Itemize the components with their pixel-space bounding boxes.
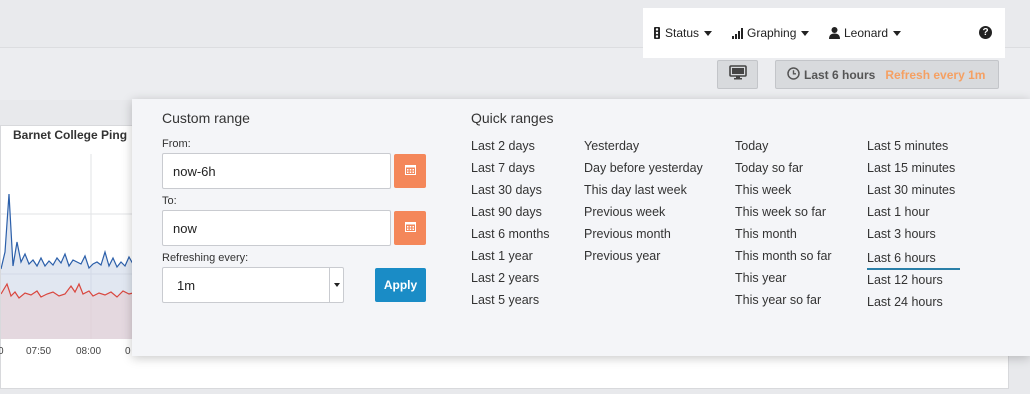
quick-range-item[interactable]: Last 30 days <box>471 183 550 205</box>
refresh-select-value: 1m <box>177 277 196 293</box>
quick-range-item[interactable]: Last 7 days <box>471 161 550 183</box>
x-tick: 08:00 <box>76 346 102 357</box>
time-range-button[interactable]: Last 6 hours Refresh every 1m <box>775 60 999 89</box>
quick-range-item[interactable]: This year so far <box>735 293 832 315</box>
monitor-icon <box>728 64 747 85</box>
quick-range-item[interactable]: Last 5 minutes <box>867 139 960 161</box>
quick-range-item[interactable]: Last 12 hours <box>867 273 960 295</box>
custom-range-title: Custom range <box>162 110 250 126</box>
traffic-light-icon <box>653 27 661 39</box>
x-tick: 0 <box>0 346 4 357</box>
user-menu[interactable]: Leonard <box>829 26 902 40</box>
graphing-menu[interactable]: Graphing <box>732 26 810 40</box>
quick-range-item[interactable]: Last 2 days <box>471 139 550 161</box>
quick-range-item[interactable]: Last 1 year <box>471 249 550 271</box>
to-calendar-button[interactable] <box>394 211 426 245</box>
series-line-blue <box>1 193 134 270</box>
quick-range-item[interactable]: Today so far <box>735 161 832 183</box>
ping-graph <box>1 154 141 339</box>
quick-range-item[interactable]: Last 15 minutes <box>867 161 960 183</box>
quick-range-item[interactable]: Last 30 minutes <box>867 183 960 205</box>
from-input[interactable]: now-6h <box>162 153 391 189</box>
chevron-down-icon <box>801 30 810 36</box>
quick-range-item[interactable]: Today <box>735 139 832 161</box>
calendar-icon <box>404 162 416 180</box>
quick-range-item[interactable]: This month so far <box>735 249 832 271</box>
from-calendar-button[interactable] <box>394 154 426 188</box>
quick-range-item[interactable]: Last 2 years <box>471 271 550 293</box>
main-navbar: Status Graphing Leonard ? <box>643 8 1005 58</box>
user-icon <box>829 27 840 39</box>
x-tick: 07:50 <box>26 346 52 357</box>
to-label: To: <box>162 195 177 207</box>
quick-range-item[interactable]: Yesterday <box>584 139 703 161</box>
time-picker-dropdown: Custom range From: now-6h To: now Refres… <box>132 99 1030 356</box>
quick-range-item[interactable]: This week <box>735 183 832 205</box>
chevron-down-icon <box>329 268 343 302</box>
quick-range-item[interactable]: Last 1 hour <box>867 205 960 227</box>
help-icon[interactable]: ? <box>979 26 992 39</box>
to-input[interactable]: now <box>162 210 391 246</box>
chevron-down-icon <box>704 30 713 36</box>
refresh-label: Refreshing every: <box>162 252 249 264</box>
quick-ranges-column-3: Today Today so far This week This week s… <box>735 139 832 315</box>
panel-title: Barnet College Ping <box>13 128 128 142</box>
quick-range-item[interactable]: Last 5 years <box>471 293 550 315</box>
user-menu-label: Leonard <box>844 26 889 40</box>
quick-range-item[interactable]: Last 90 days <box>471 205 550 227</box>
quick-range-item[interactable]: This week so far <box>735 205 832 227</box>
signal-bars-icon <box>732 27 743 39</box>
quick-range-item[interactable]: Last 6 months <box>471 227 550 249</box>
quick-range-item[interactable]: This day last week <box>584 183 703 205</box>
quick-range-item[interactable]: This month <box>735 227 832 249</box>
kiosk-mode-button[interactable] <box>717 60 758 89</box>
quick-range-item[interactable]: Last 3 hours <box>867 227 960 249</box>
quick-range-item[interactable]: Previous month <box>584 227 703 249</box>
quick-range-item-active[interactable]: Last 6 hours <box>867 251 960 270</box>
calendar-icon <box>404 219 416 237</box>
quick-ranges-column-2: Yesterday Day before yesterday This day … <box>584 139 703 271</box>
quick-range-item[interactable]: Last 24 hours <box>867 295 960 317</box>
quick-range-item[interactable]: This year <box>735 271 832 293</box>
status-menu[interactable]: Status <box>653 26 713 40</box>
quick-range-item[interactable]: Previous week <box>584 205 703 227</box>
refresh-select[interactable]: 1m <box>162 267 344 303</box>
quick-range-item[interactable]: Previous year <box>584 249 703 271</box>
from-label: From: <box>162 138 191 150</box>
clock-icon <box>787 66 800 83</box>
chevron-down-icon <box>893 30 902 36</box>
status-menu-label: Status <box>665 26 700 40</box>
time-range-label: Last 6 hours <box>804 67 876 82</box>
quick-ranges-title: Quick ranges <box>471 110 554 126</box>
quick-ranges-column-4: Last 5 minutes Last 15 minutes Last 30 m… <box>867 139 960 317</box>
x-tick: 0 <box>125 346 131 357</box>
apply-button[interactable]: Apply <box>375 268 426 302</box>
refresh-interval-label: Refresh every 1m <box>885 67 986 82</box>
quick-range-item[interactable]: Day before yesterday <box>584 161 703 183</box>
quick-ranges-column-1: Last 2 days Last 7 days Last 30 days Las… <box>471 139 550 315</box>
graphing-menu-label: Graphing <box>747 26 797 40</box>
